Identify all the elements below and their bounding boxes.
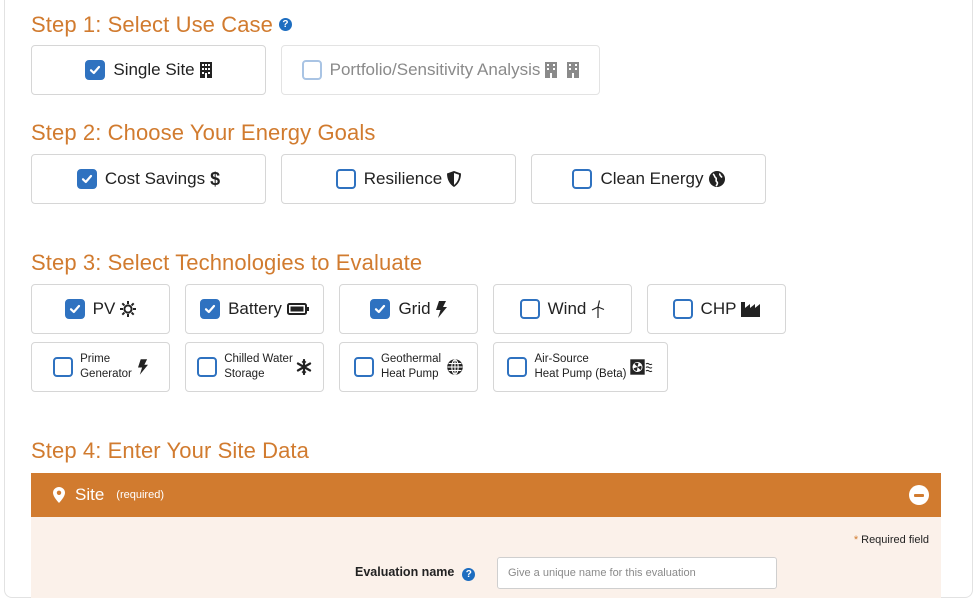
map-marker-icon xyxy=(53,487,65,503)
option-label: Battery xyxy=(228,299,282,318)
step1-title-text: Step 1: Select Use Case xyxy=(31,12,273,37)
tech-wind[interactable]: Wind xyxy=(493,284,632,334)
sun-icon xyxy=(120,301,137,317)
option-label-line2: Heat Pump xyxy=(380,368,439,380)
building-icon xyxy=(199,62,212,78)
checkbox-unchecked[interactable] xyxy=(197,357,218,377)
checkbox-unchecked[interactable] xyxy=(335,169,356,189)
tech-pv[interactable]: PV xyxy=(31,284,170,334)
checkbox-unchecked[interactable] xyxy=(519,299,540,319)
option-label: Prime Generator xyxy=(80,352,132,382)
option-label: Portfolio/Sensitivity Analysis xyxy=(329,60,541,79)
option-label: Single Site xyxy=(113,60,195,79)
collapse-icon[interactable] xyxy=(909,485,929,505)
checkbox-checked[interactable] xyxy=(370,299,391,319)
tech-geothermal-heat-pump[interactable]: Geothermal Heat Pump xyxy=(339,342,478,392)
option-label-line1: Prime xyxy=(80,353,111,365)
checkbox-unchecked[interactable] xyxy=(353,357,374,377)
option-label: Chilled Water Storage xyxy=(224,352,293,382)
required-star: * xyxy=(853,534,859,546)
option-label-line2: Heat Pump (Beta) xyxy=(534,368,627,380)
option-label: Wind xyxy=(547,299,587,318)
evaluation-name-input[interactable] xyxy=(497,557,777,589)
bolt-icon xyxy=(435,300,447,318)
option-label-line1: Geothermal xyxy=(380,353,442,365)
site-panel-body: * Required field Evaluation name? xyxy=(31,517,941,598)
checkbox-checked[interactable] xyxy=(200,299,221,319)
option-label-line2: Storage xyxy=(224,368,265,380)
help-icon[interactable]: ? xyxy=(462,568,476,581)
evaluation-name-label-text: Evaluation name xyxy=(355,565,455,579)
industry-icon xyxy=(741,301,761,317)
site-panel-title: Site xyxy=(75,485,105,504)
bolt-icon xyxy=(137,359,148,375)
option-label-line1: Chilled Water xyxy=(224,353,293,365)
goal-resilience[interactable]: Resilience xyxy=(281,154,516,204)
step4-title: Step 4: Enter Your Site Data xyxy=(31,438,309,463)
option-label: CHP xyxy=(700,299,737,318)
tech-prime-generator[interactable]: Prime Generator xyxy=(31,342,170,392)
dollar-icon: $ xyxy=(210,168,221,189)
checkbox-unchecked[interactable] xyxy=(507,357,528,377)
globe-grid-icon xyxy=(447,359,463,375)
required-field-text: Required field xyxy=(861,534,929,546)
check-icon xyxy=(375,304,386,314)
tech-chilled-water-storage[interactable]: Chilled Water Storage xyxy=(185,342,324,392)
checkbox-checked[interactable] xyxy=(85,60,106,80)
globe-icon xyxy=(708,171,725,187)
check-icon xyxy=(90,65,101,75)
wind-turbine-icon xyxy=(591,300,605,318)
step3-title: Step 3: Select Technologies to Evaluate xyxy=(31,250,423,275)
use-case-portfolio[interactable]: Portfolio/Sensitivity Analysis xyxy=(281,45,600,95)
option-label-line2: Generator xyxy=(80,368,132,380)
checkbox-unchecked[interactable] xyxy=(672,299,693,319)
checkbox-unchecked[interactable] xyxy=(53,357,74,377)
option-label: Resilience xyxy=(363,169,443,188)
tech-battery[interactable]: Battery xyxy=(185,284,324,334)
site-panel-header[interactable]: Site (required) xyxy=(31,473,941,517)
snowflake-icon xyxy=(296,359,312,375)
option-label: PV xyxy=(92,299,116,318)
tech-grid[interactable]: Grid xyxy=(339,284,478,334)
check-icon xyxy=(204,304,216,314)
option-label: Cost Savings xyxy=(104,169,206,188)
check-icon xyxy=(69,304,80,314)
tech-air-source-heat-pump[interactable]: Air-Source Heat Pump (Beta) xyxy=(493,342,668,392)
goal-cost-savings[interactable]: Cost Savings $ xyxy=(31,154,266,204)
required-field-note: * Required field xyxy=(854,534,929,546)
tech-chp[interactable]: CHP xyxy=(647,284,786,334)
goal-clean-energy[interactable]: Clean Energy xyxy=(531,154,766,204)
checkbox-checked[interactable] xyxy=(76,169,97,189)
step2-title: Step 2: Choose Your Energy Goals xyxy=(31,120,376,145)
battery-icon xyxy=(286,303,309,315)
option-label: Geothermal Heat Pump xyxy=(381,352,441,382)
site-required-tag: (required) xyxy=(116,489,164,501)
help-icon[interactable]: ? xyxy=(278,17,292,31)
checkbox-checked[interactable] xyxy=(64,299,85,319)
checkbox-unchecked[interactable] xyxy=(572,169,593,189)
option-label: Grid xyxy=(398,299,431,318)
option-label: Clean Energy xyxy=(600,169,704,188)
use-case-single-site[interactable]: Single Site xyxy=(31,45,266,95)
shield-icon xyxy=(447,171,462,187)
step1-title: Step 1: Select Use Case? xyxy=(31,12,292,38)
checkbox-unchecked[interactable] xyxy=(301,60,322,80)
option-label-line1: Air-Source xyxy=(534,353,589,365)
fan-icon xyxy=(629,359,654,375)
option-label: Air-Source Heat Pump (Beta) xyxy=(534,352,626,382)
buildings-icon xyxy=(545,62,580,78)
evaluation-name-label: Evaluation name? xyxy=(355,565,476,581)
check-icon xyxy=(81,174,93,184)
